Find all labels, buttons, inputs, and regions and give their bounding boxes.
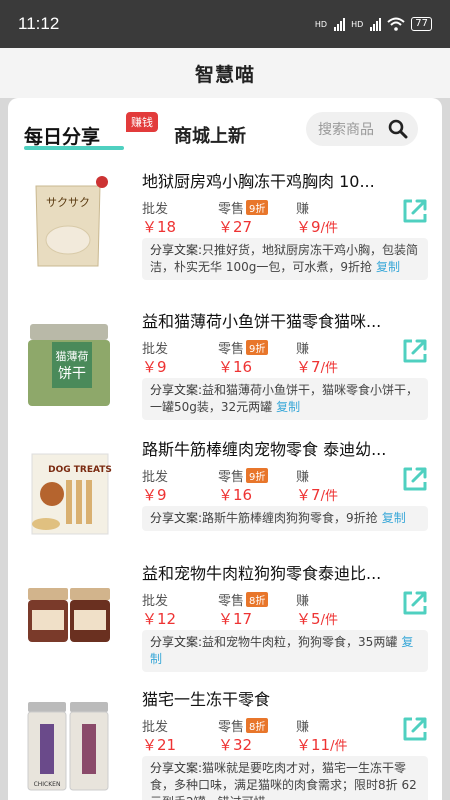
product-title[interactable]: 益和宠物牛肉粒狗狗零食泰迪比... bbox=[142, 560, 412, 584]
wholesale-price: ￥9 bbox=[142, 486, 167, 504]
signal-icon-2 bbox=[370, 17, 382, 31]
retail-price: ￥27 bbox=[218, 218, 253, 236]
retail-price: ￥16 bbox=[218, 486, 253, 504]
product-title[interactable]: 路斯牛筋棒缠肉宠物零食 泰迪幼... bbox=[142, 436, 412, 460]
wholesale-price: ￥18 bbox=[142, 218, 177, 236]
earn-label: 赚 bbox=[296, 202, 310, 217]
tab-daily-share[interactable]: 每日分享 bbox=[24, 122, 100, 149]
tab-bar: 每日分享 赚钱 商城上新 搜索商品 bbox=[8, 110, 442, 156]
earn-label: 赚 bbox=[296, 594, 310, 609]
share-copy-label: 分享文案: bbox=[150, 383, 203, 397]
earn-amount: ￥7/件 bbox=[296, 486, 338, 504]
share-copy-label: 分享文案: bbox=[150, 511, 203, 525]
page-title: 智慧喵 bbox=[194, 63, 255, 86]
wholesale-label: 批发 bbox=[142, 342, 169, 357]
discount-badge: 8折 bbox=[246, 718, 269, 733]
product-title[interactable]: 猫宅一生冻干零食 bbox=[142, 686, 412, 710]
wholesale-label: 批发 bbox=[142, 594, 169, 609]
hd-icon-2: HD bbox=[351, 19, 364, 29]
share-icon[interactable] bbox=[400, 464, 430, 494]
signal-icon bbox=[334, 17, 346, 31]
product-image[interactable] bbox=[22, 564, 114, 666]
retail-label: 零售 9折 bbox=[218, 198, 269, 217]
retail-label: 零售 9折 bbox=[218, 338, 269, 357]
earn-label: 赚 bbox=[296, 470, 310, 485]
retail-label: 零售 8折 bbox=[218, 590, 269, 609]
wholesale-price: ￥9 bbox=[142, 358, 167, 376]
earn-label: 赚 bbox=[296, 342, 310, 357]
share-icon[interactable] bbox=[400, 714, 430, 744]
share-copy-box: 分享文案:路斯牛筋棒缠肉狗狗零食，9折抢 复制 bbox=[142, 506, 428, 531]
product-card[interactable]: サクサク 地狱厨房鸡小胸冻干鸡胸肉 10... 批发 零售 9折 赚 ￥18 ￥2… bbox=[8, 168, 442, 294]
status-time: 11:12 bbox=[18, 14, 60, 33]
product-thumb-label: サクサク bbox=[46, 196, 90, 209]
discount-badge: 8折 bbox=[246, 592, 269, 607]
share-icon[interactable] bbox=[400, 588, 430, 618]
hd-icon: HD bbox=[314, 19, 328, 29]
product-image[interactable]: サクサク bbox=[22, 172, 114, 274]
wifi-icon bbox=[387, 17, 405, 31]
wholesale-label: 批发 bbox=[142, 720, 169, 735]
share-copy-text: 路斯牛筋棒缠肉狗狗零食，9折抢 bbox=[202, 511, 378, 525]
share-icon[interactable] bbox=[400, 196, 430, 226]
earn-amount: ￥7/件 bbox=[296, 358, 338, 376]
retail-label: 零售 9折 bbox=[218, 466, 269, 485]
retail-price: ￥16 bbox=[218, 358, 253, 376]
product-thumb-label: DOG TREATS bbox=[48, 465, 112, 475]
product-title[interactable]: 益和猫薄荷小鱼饼干猫零食猫咪... bbox=[142, 308, 412, 332]
copy-link[interactable]: 复制 bbox=[376, 260, 400, 274]
battery-icon: 77 bbox=[411, 17, 432, 31]
product-image[interactable]: CHICKEN bbox=[22, 690, 114, 792]
product-thumb-label: 饼干 bbox=[58, 366, 86, 382]
wholesale-label: 批发 bbox=[142, 470, 169, 485]
status-icons: HD HD 77 bbox=[315, 17, 432, 31]
discount-badge: 9折 bbox=[246, 468, 269, 483]
share-copy-box: 分享文案:猫咪就是要吃肉才对，猫宅一生冻干零食，多种口味，满足猫咪的肉食需求；限… bbox=[142, 756, 428, 800]
product-thumb-label: CHICKEN bbox=[34, 781, 61, 788]
search-placeholder: 搜索商品 bbox=[318, 122, 374, 138]
share-copy-label: 分享文案: bbox=[150, 243, 203, 257]
earn-amount: ￥9/件 bbox=[296, 218, 338, 236]
share-copy-box: 分享文案:只推好货，地狱厨房冻干鸡小胸，包装简洁，朴实无华 100g一包，可水煮… bbox=[142, 238, 428, 280]
status-bar: 11:12 HD HD 77 bbox=[0, 0, 450, 48]
share-copy-label: 分享文案: bbox=[150, 635, 203, 649]
retail-price: ￥32 bbox=[218, 736, 253, 754]
share-copy-label: 分享文案: bbox=[150, 761, 203, 775]
copy-link[interactable]: 复制 bbox=[382, 511, 406, 525]
wholesale-label: 批发 bbox=[142, 202, 169, 217]
product-image[interactable]: DOG TREATS bbox=[22, 440, 114, 542]
wholesale-price: ￥21 bbox=[142, 736, 177, 754]
retail-label: 零售 8折 bbox=[218, 716, 269, 735]
active-tab-indicator bbox=[24, 146, 124, 150]
product-image[interactable]: 猫薄荷 饼干 bbox=[22, 312, 114, 414]
product-card[interactable]: DOG TREATS 路斯牛筋棒缠肉宠物零食 泰迪幼... 批发 零售 9折 赚 … bbox=[8, 436, 442, 562]
product-title[interactable]: 地狱厨房鸡小胸冻干鸡胸肉 10... bbox=[142, 168, 412, 192]
product-card[interactable]: 益和宠物牛肉粒狗狗零食泰迪比... 批发 零售 8折 赚 ￥12 ￥17 ￥5/件… bbox=[8, 560, 442, 686]
share-copy-box: 分享文案:益和宠物牛肉粒，狗狗零食，35两罐 复制 bbox=[142, 630, 428, 672]
retail-price: ￥17 bbox=[218, 610, 253, 628]
earn-amount: ￥11/件 bbox=[296, 736, 348, 754]
product-card[interactable]: 猫薄荷 饼干 益和猫薄荷小鱼饼干猫零食猫咪... 批发 零售 9折 赚 ￥9 ￥1… bbox=[8, 308, 442, 434]
earn-amount: ￥5/件 bbox=[296, 610, 338, 628]
share-copy-text: 益和宠物牛肉粒，狗狗零食，35两罐 bbox=[202, 635, 398, 649]
product-card[interactable]: CHICKEN 猫宅一生冻干零食 批发 零售 8折 赚 ￥21 ￥32 ￥11/件… bbox=[8, 686, 442, 800]
discount-badge: 9折 bbox=[246, 200, 269, 215]
earn-badge: 赚钱 bbox=[126, 112, 158, 132]
title-bar: 智慧喵 bbox=[0, 48, 450, 98]
share-copy-box: 分享文案:益和猫薄荷小鱼饼干，猫咪零食小饼干，一罐50g装，32元两罐 复制 bbox=[142, 378, 428, 420]
product-thumb-label: 猫薄荷 bbox=[56, 349, 89, 363]
search-box[interactable]: 搜索商品 bbox=[306, 112, 418, 146]
tab-mall-new[interactable]: 商城上新 bbox=[174, 122, 246, 148]
share-icon[interactable] bbox=[400, 336, 430, 366]
main-panel: 每日分享 赚钱 商城上新 搜索商品 サクサク 地狱厨房鸡小胸冻干鸡胸肉 10..… bbox=[8, 98, 442, 800]
wholesale-price: ￥12 bbox=[142, 610, 177, 628]
earn-label: 赚 bbox=[296, 720, 310, 735]
discount-badge: 9折 bbox=[246, 340, 269, 355]
copy-link[interactable]: 复制 bbox=[276, 400, 300, 414]
search-icon[interactable] bbox=[388, 119, 408, 139]
